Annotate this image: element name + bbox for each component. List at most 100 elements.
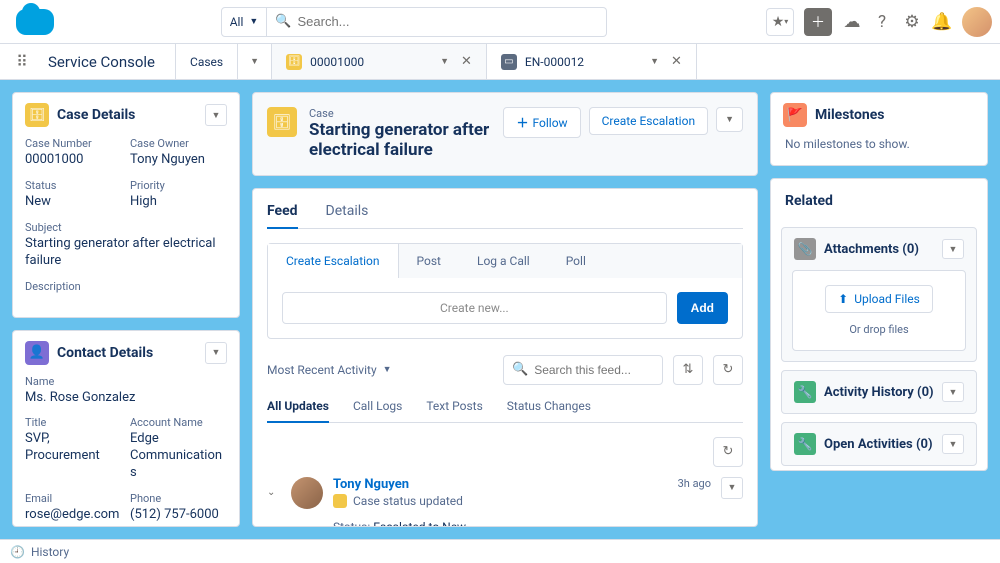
nav-cases-tab[interactable]: Cases [176, 44, 238, 79]
composer-tab-log-call[interactable]: Log a Call [459, 244, 548, 278]
global-search: All ▼ 🔍 [221, 7, 608, 37]
nav-entitlement-tab[interactable]: ▭ EN-000012 ▼ ✕ [487, 44, 697, 79]
open-activities-card: 🔧 Open Activities (0) ▼ [781, 422, 977, 466]
detail-tabs: Feed Details [267, 203, 743, 229]
field-label: Title [25, 416, 122, 429]
close-icon[interactable]: ✕ [461, 54, 472, 69]
chevron-down-icon: ▼ [249, 16, 258, 27]
salesforce-logo [16, 9, 54, 35]
nav-tab-label: Cases [190, 55, 223, 69]
attachments-card: 📎 Attachments (0) ▼ ⬆ Upload Files Or dr… [781, 227, 977, 362]
composer-input[interactable]: Create new... [282, 292, 667, 324]
app-launcher-icon[interactable]: ⠿ [0, 44, 44, 79]
drop-hint: Or drop files [807, 323, 951, 336]
feed-search-field[interactable] [534, 363, 654, 377]
field-label: Status [25, 179, 122, 192]
workspace: 🗄 Case Details ▼ Case Number 00001000 Ca… [0, 80, 1000, 539]
search-input[interactable] [297, 14, 598, 29]
search-input-wrapper[interactable]: 🔍 [267, 7, 607, 37]
feed-controls: Most Recent Activity ▼ 🔍 ⇅ ↻ [267, 355, 743, 385]
refresh-feed-button[interactable]: ↻ [713, 437, 743, 467]
related-menu-button[interactable]: ▼ [942, 434, 964, 454]
tab-details[interactable]: Details [326, 203, 369, 228]
search-icon: 🔍 [512, 362, 528, 377]
account-link[interactable]: Edge Communications [130, 431, 222, 480]
field-label: Email [25, 492, 122, 505]
case-details-card: 🗄 Case Details ▼ Case Number 00001000 Ca… [12, 92, 240, 318]
field-value: Ms. Rose Gonzalez [25, 390, 227, 407]
header-actions: ★▾ ＋ ☁ ? ⚙ 🔔 [766, 7, 992, 37]
filter-all-updates[interactable]: All Updates [267, 399, 329, 423]
footer-bar: 🕘 History [0, 539, 1000, 563]
upload-files-button[interactable]: ⬆ Upload Files [825, 285, 933, 313]
author-avatar[interactable] [291, 477, 323, 509]
activity-history-card: 🔧 Activity History (0) ▼ [781, 370, 977, 414]
nav-cases-menu[interactable]: ▼ [238, 44, 272, 79]
upload-icon: ⬆ [838, 292, 848, 306]
setup-gear-icon[interactable]: ⚙ [902, 12, 922, 32]
actions-menu-button[interactable]: ▼ [716, 107, 743, 132]
nav-row: ⠿ Service Console Cases ▼ 🗄 00001000 ▼ ✕… [0, 44, 1000, 80]
filter-button[interactable]: ⇅ [673, 355, 703, 385]
milestone-icon: 🚩 [783, 103, 807, 127]
card-menu-button[interactable]: ▼ [205, 342, 227, 364]
related-heading: Related [771, 179, 987, 219]
favorites-button[interactable]: ★▾ [766, 8, 794, 36]
user-avatar[interactable] [962, 7, 992, 37]
status-label: Status: [333, 520, 370, 527]
expand-icon[interactable]: ⌄ [267, 477, 281, 498]
related-title: Open Activities (0) [824, 437, 933, 452]
contact-icon: 👤 [25, 341, 49, 365]
highlight-panel: 🗄 Case Starting generator after electric… [252, 92, 758, 176]
composer-tab-escalation[interactable]: Create Escalation [268, 244, 399, 278]
card-title: Milestones [815, 107, 884, 123]
global-header: All ▼ 🔍 ★▾ ＋ ☁ ? ⚙ 🔔 [0, 0, 1000, 44]
related-title: Activity History (0) [824, 385, 934, 400]
add-button[interactable]: ＋ [804, 8, 832, 36]
create-escalation-button[interactable]: Create Escalation [589, 107, 709, 135]
chevron-down-icon: ▼ [250, 56, 259, 67]
field-label: Name [25, 375, 227, 388]
follow-button[interactable]: ＋Follow [503, 107, 580, 138]
composer-tab-post[interactable]: Post [399, 244, 459, 278]
feed-search-input[interactable]: 🔍 [503, 355, 663, 385]
related-menu-button[interactable]: ▼ [942, 382, 964, 402]
notifications-icon[interactable]: 🔔 [932, 12, 952, 32]
feed-timestamp: 3h ago [678, 477, 711, 490]
field-label: Phone [130, 492, 227, 505]
filter-text-posts[interactable]: Text Posts [426, 399, 482, 422]
activity-icon: 🔧 [794, 381, 816, 403]
email-link[interactable]: rose@edge.com [25, 507, 119, 522]
entitlement-icon: ▭ [501, 54, 517, 70]
status-value: Escalated to New [373, 520, 466, 527]
feed-author-link[interactable]: Tony Nguyen [333, 477, 668, 492]
filter-call-logs[interactable]: Call Logs [353, 399, 402, 422]
add-button[interactable]: Add [677, 292, 728, 324]
field-label: Subject [25, 221, 227, 234]
activity-icon: 🔧 [794, 433, 816, 455]
case-icon [333, 494, 347, 508]
history-link[interactable]: History [31, 545, 69, 559]
case-owner-link[interactable]: Tony Nguyen [130, 152, 205, 167]
feed-item-menu[interactable]: ▼ [721, 477, 743, 499]
related-menu-button[interactable]: ▼ [942, 239, 964, 259]
field-value: High [130, 194, 227, 211]
trailhead-icon[interactable]: ☁ [842, 12, 862, 32]
composer-tab-poll[interactable]: Poll [548, 244, 604, 278]
field-label: Case Owner [130, 137, 227, 150]
field-value: New [25, 194, 122, 211]
filter-status-changes[interactable]: Status Changes [507, 399, 591, 422]
refresh-button[interactable]: ↻ [713, 355, 743, 385]
nav-case-00001000-tab[interactable]: 🗄 00001000 ▼ ✕ [272, 44, 487, 79]
field-value: Starting generator after electrical fail… [25, 236, 227, 270]
center-column: 🗄 Case Starting generator after electric… [252, 92, 758, 527]
tab-feed[interactable]: Feed [267, 203, 298, 229]
sort-dropdown[interactable]: Most Recent Activity ▼ [267, 363, 392, 377]
help-icon[interactable]: ? [872, 12, 892, 32]
chevron-down-icon: ▼ [440, 56, 449, 67]
card-menu-button[interactable]: ▼ [205, 104, 227, 126]
nav-tab-label: EN-000012 [525, 55, 584, 69]
nav-tab-label: 00001000 [310, 55, 364, 69]
search-scope-dropdown[interactable]: All ▼ [221, 7, 268, 37]
close-icon[interactable]: ✕ [671, 54, 682, 69]
